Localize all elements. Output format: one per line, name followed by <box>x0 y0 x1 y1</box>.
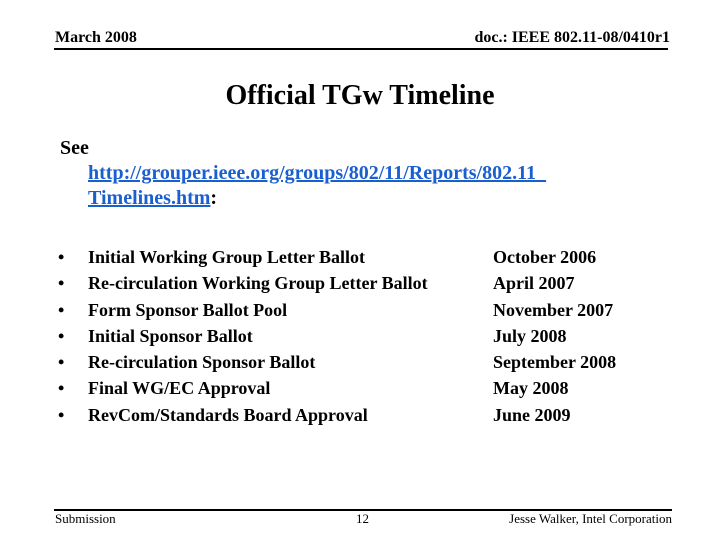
milestone-label: Re-circulation Working Group Letter Ball… <box>88 273 428 294</box>
header-doc-id: doc.: IEEE 802.11-08/0410r1 <box>474 29 670 46</box>
reference-block: See http://grouper.ieee.org/groups/802/1… <box>60 136 546 211</box>
milestone-label: Form Sponsor Ballot Pool <box>88 299 288 320</box>
footer-author: Jesse Walker, Intel Corporation <box>509 511 672 526</box>
milestone-date: April 2007 <box>493 273 575 294</box>
milestone-date: May 2008 <box>493 378 569 399</box>
bullet-icon: • <box>58 247 65 267</box>
link-suffix: : <box>210 187 218 209</box>
header-date: March 2008 <box>55 29 137 46</box>
milestone-date: October 2006 <box>493 247 597 267</box>
footer-submission: Submission <box>55 511 116 526</box>
milestone-label: Final WG/EC Approval <box>88 378 271 399</box>
milestone-label: RevCom/Standards Board Approval <box>88 404 368 425</box>
bullet-icon: • <box>58 378 65 399</box>
bullet-icon: • <box>58 325 65 346</box>
bullet-icon: • <box>58 273 65 294</box>
timeline-link-part1[interactable]: http://grouper.ieee.org/groups/802/11/Re… <box>88 162 546 184</box>
milestone-label: Initial Working Group Letter Ballot <box>88 247 366 267</box>
header-divider <box>54 48 668 50</box>
slide-title: Official TGw Timeline <box>225 80 495 111</box>
milestone-date: November 2007 <box>493 299 614 320</box>
bullet-icon: • <box>58 352 65 373</box>
timeline-link-part2[interactable]: Timelines.htm <box>88 187 210 209</box>
milestone-date: September 2008 <box>493 352 617 373</box>
bullet-icon: • <box>58 299 65 320</box>
see-label: See <box>60 137 89 159</box>
bullet-icon: • <box>58 404 65 425</box>
milestone-label: Re-circulation Sponsor Ballot <box>88 352 316 373</box>
milestone-label: Initial Sponsor Ballot <box>88 325 253 346</box>
milestone-date: June 2009 <box>493 404 571 425</box>
page-number: 12 <box>356 511 369 526</box>
milestone-date: July 2008 <box>493 325 567 346</box>
